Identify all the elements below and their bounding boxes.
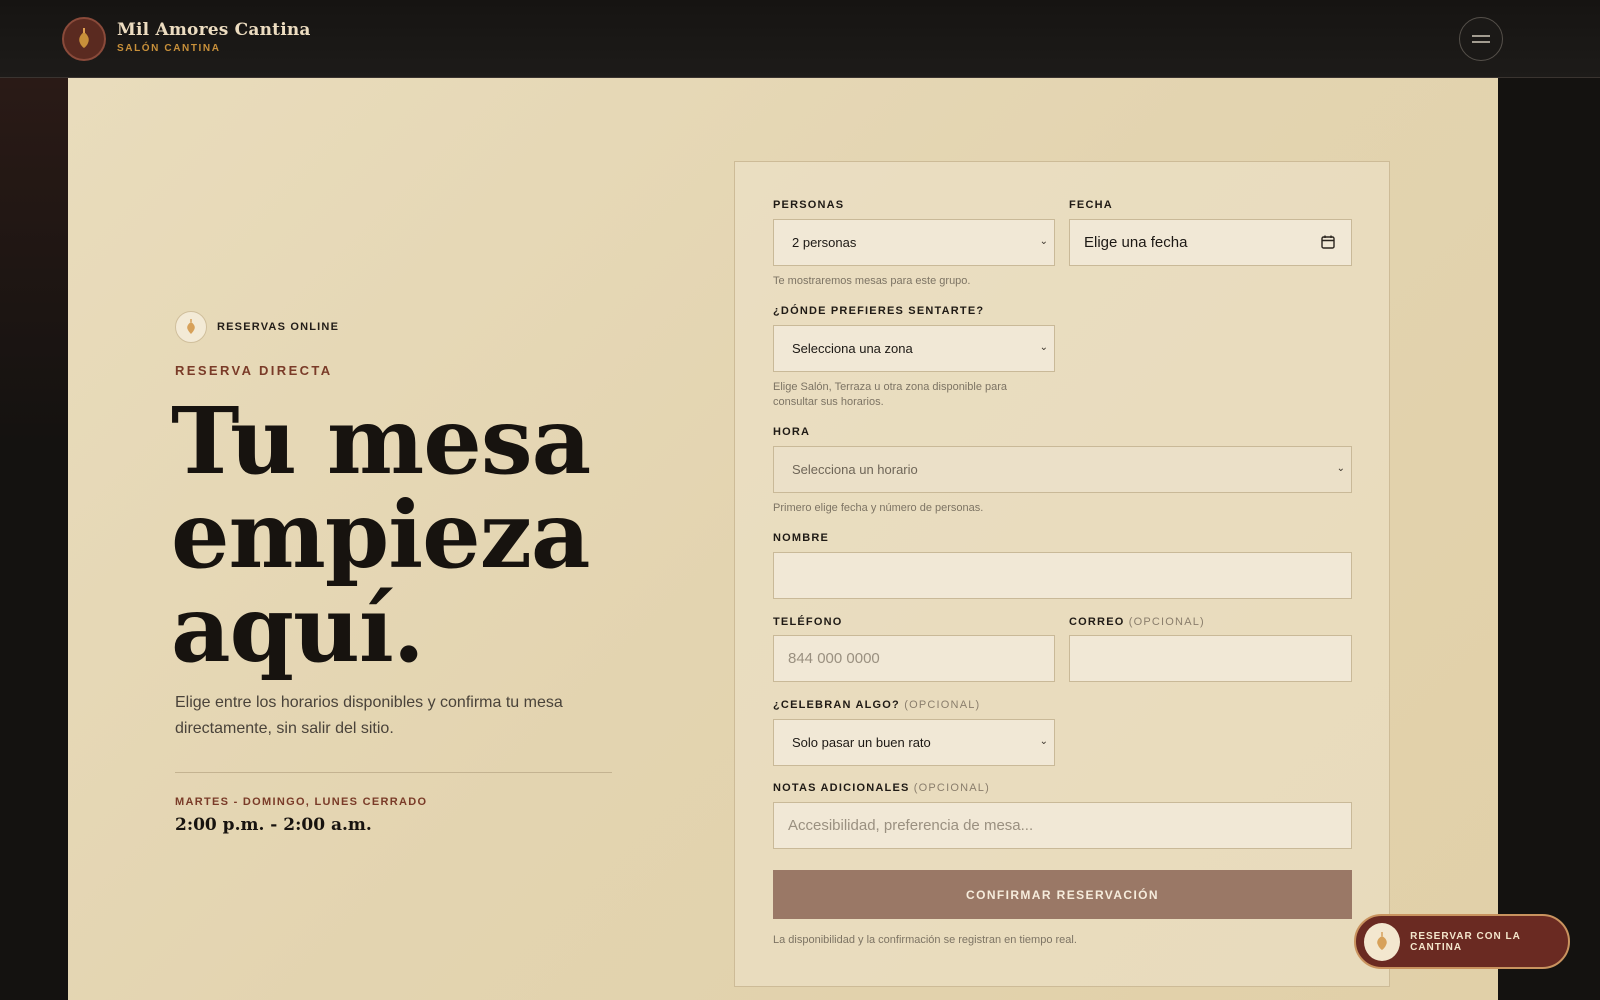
telefono-input[interactable]: 844 000 0000: [773, 635, 1055, 682]
top-navigation-bar: Mil Amores Cantina SALÓN CANTINA: [0, 0, 1600, 78]
celebran-optional: (OPCIONAL): [904, 699, 981, 711]
hours-value: 2:00 p.m. - 2:00 a.m.: [175, 815, 372, 835]
telefono-label: TELÉFONO: [773, 616, 843, 628]
notas-input[interactable]: Accesibilidad, preferencia de mesa...: [773, 802, 1352, 849]
notas-label: NOTAS ADICIONALES (OPCIONAL): [773, 782, 990, 794]
hora-label: HORA: [773, 426, 811, 438]
personas-select[interactable]: 2 personas ⌄: [773, 219, 1055, 266]
hora-help: Primero elige fecha y número de personas…: [773, 502, 984, 514]
online-badge: RESERVAS ONLINE: [175, 311, 339, 343]
celebran-label: ¿CELEBRAN ALGO? (OPCIONAL): [773, 699, 980, 711]
title-line-2: empieza: [171, 481, 591, 589]
hora-select[interactable]: Selecciona un horario ⌄: [773, 446, 1352, 493]
chevron-down-icon: ⌄: [1039, 236, 1048, 247]
reservation-page: RESERVAS ONLINE RESERVA DIRECTA Tu mesa …: [68, 78, 1498, 1000]
hora-value: Selecciona un horario: [792, 462, 918, 477]
zona-select[interactable]: Selecciona una zona ⌄: [773, 325, 1055, 372]
notas-placeholder: Accesibilidad, preferencia de mesa...: [788, 817, 1034, 834]
form-footnote: La disponibilidad y la confirmación se r…: [773, 934, 1077, 946]
celebran-label-text: ¿CELEBRAN ALGO?: [773, 699, 900, 711]
reservation-form: PERSONAS 2 personas ⌄ Te mostraremos mes…: [734, 161, 1390, 987]
nombre-label: NOMBRE: [773, 532, 830, 544]
zona-label: ¿DÓNDE PREFIERES SENTARTE?: [773, 305, 985, 317]
chevron-down-icon: ⌄: [1039, 736, 1048, 747]
title-line-3: aquí.: [171, 575, 425, 683]
hours-label: MARTES - DOMINGO, LUNES CERRADO: [175, 796, 428, 808]
correo-input[interactable]: [1069, 635, 1352, 682]
fecha-placeholder: Elige una fecha: [1084, 234, 1188, 251]
sacred-heart-icon[interactable]: [62, 17, 106, 61]
correo-label: CORREO (OPCIONAL): [1069, 616, 1205, 628]
page-title: Tu mesa empieza aquí.: [171, 394, 651, 676]
sacred-heart-icon: [1364, 922, 1401, 961]
calendar-icon[interactable]: [1320, 234, 1336, 250]
correo-label-text: CORREO: [1069, 616, 1125, 628]
eyebrow: RESERVA DIRECTA: [175, 363, 333, 378]
celebran-select[interactable]: Solo pasar un buen rato ⌄: [773, 719, 1055, 766]
menu-button[interactable]: [1459, 17, 1503, 61]
celebran-value: Solo pasar un buen rato: [792, 735, 931, 750]
hamburger-menu-icon: [1472, 35, 1490, 43]
notas-optional: (OPCIONAL): [913, 782, 990, 794]
badge-label: RESERVAS ONLINE: [217, 321, 340, 333]
personas-value: 2 personas: [792, 235, 857, 250]
title-line-1: Tu mesa: [171, 387, 591, 495]
telefono-placeholder: 844 000 0000: [788, 650, 880, 667]
divider: [175, 772, 612, 773]
zona-value: Selecciona una zona: [792, 341, 913, 356]
zona-help: Elige Salón, Terraza u otra zona disponi…: [773, 381, 1008, 408]
chevron-down-icon: ⌄: [1336, 463, 1345, 474]
nombre-input[interactable]: [773, 552, 1352, 599]
left-edge-shadow: [0, 78, 68, 1000]
fecha-label: FECHA: [1069, 199, 1113, 211]
personas-help: Te mostraremos mesas para este grupo.: [773, 275, 971, 287]
notas-label-text: NOTAS ADICIONALES: [773, 782, 910, 794]
date-picker-field[interactable]: Elige una fecha: [1069, 219, 1352, 266]
brand-subtitle: SALÓN CANTINA: [117, 43, 221, 54]
chevron-down-icon: ⌄: [1039, 342, 1048, 353]
floating-reserve-button[interactable]: RESERVAR CON LA CANTINA: [1354, 914, 1570, 969]
floating-button-label: RESERVAR CON LA CANTINA: [1410, 930, 1521, 953]
brand-name[interactable]: Mil Amores Cantina: [117, 20, 311, 40]
personas-label: PERSONAS: [773, 199, 845, 211]
sacred-heart-icon: [175, 311, 207, 343]
confirm-reservation-button[interactable]: CONFIRMAR RESERVACIÓN: [773, 870, 1352, 919]
hero-description: Elige entre los horarios disponibles y c…: [175, 694, 563, 737]
correo-optional: (OPCIONAL): [1128, 616, 1205, 628]
